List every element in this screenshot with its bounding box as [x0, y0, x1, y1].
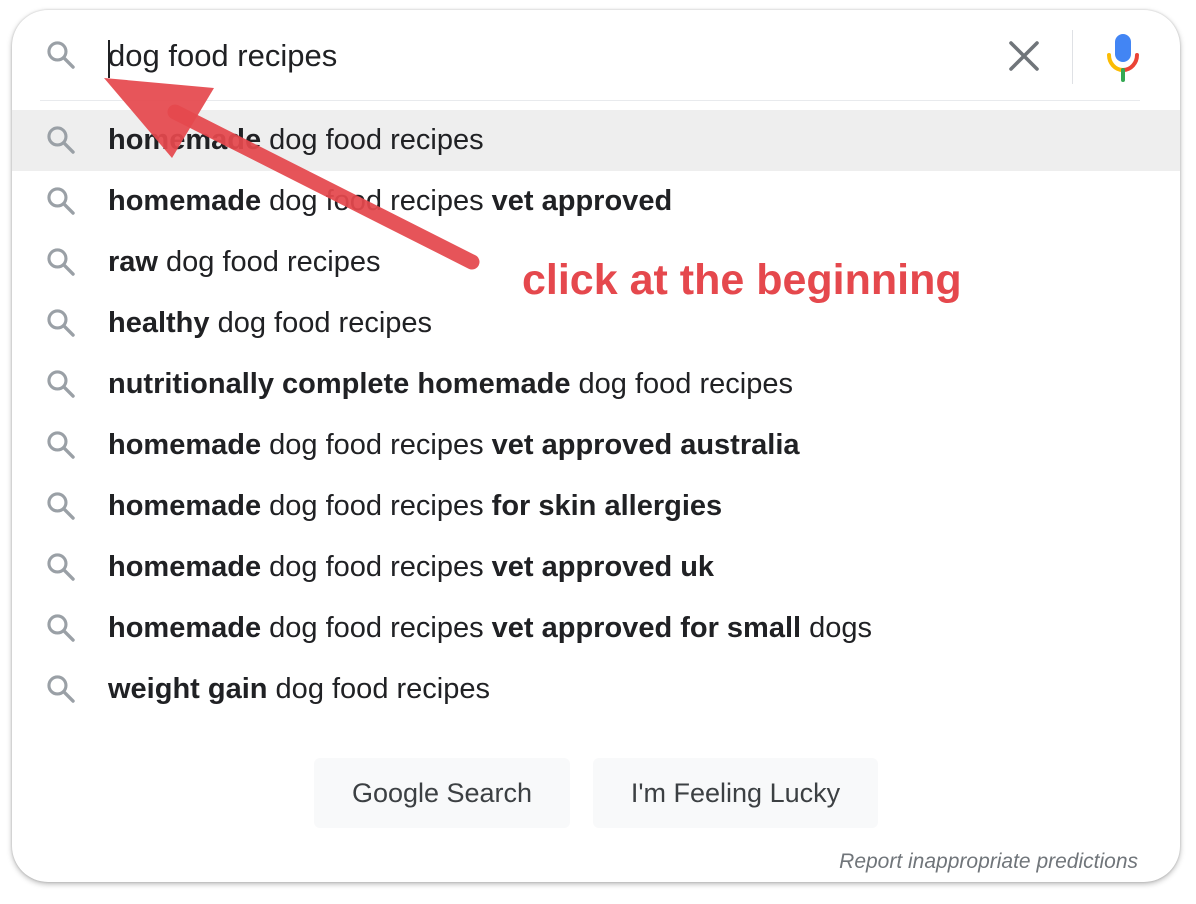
search-buttons: Google Search I'm Feeling Lucky: [12, 758, 1180, 830]
text-cursor: [108, 40, 110, 78]
suggestion-bold-part: homemade: [108, 185, 262, 217]
suggestion-bold-part: homemade: [108, 612, 262, 644]
suggestion-text: homemade dog food recipes vet approved u…: [108, 537, 714, 598]
feeling-lucky-button[interactable]: I'm Feeling Lucky: [593, 758, 878, 828]
suggestion-item[interactable]: homemade dog food recipes vet approved: [12, 171, 1180, 232]
google-search-button[interactable]: Google Search: [314, 758, 570, 828]
suggestion-bold-part: healthy: [108, 307, 210, 339]
close-icon: [1009, 41, 1039, 71]
search-icon: [44, 184, 78, 218]
suggestion-text: weight gain dog food recipes: [108, 659, 490, 720]
suggestion-bold-part: vet approved: [491, 185, 673, 217]
search-icon: [44, 306, 78, 340]
suggestion-item[interactable]: homemade dog food recipes: [12, 110, 1180, 171]
suggestion-plain-part: dog food recipes: [261, 612, 492, 644]
search-icon: [44, 489, 78, 523]
suggestion-item[interactable]: homemade dog food recipes vet approved a…: [12, 415, 1180, 476]
suggestion-item[interactable]: homemade dog food recipes for skin aller…: [12, 476, 1180, 537]
suggestion-bold-part: homemade: [108, 490, 262, 522]
suggestion-text: nutritionally complete homemade dog food…: [108, 354, 793, 415]
suggestion-plain-part: dog food recipes: [261, 185, 492, 217]
suggestion-bold-part: vet approved uk: [491, 551, 715, 583]
suggestion-text: homemade dog food recipes for skin aller…: [108, 476, 722, 537]
voice-search-button[interactable]: [1100, 30, 1146, 86]
search-icon: [44, 38, 78, 72]
search-icon: [44, 245, 78, 279]
suggestion-item[interactable]: nutritionally complete homemade dog food…: [12, 354, 1180, 415]
suggestion-item[interactable]: weight gain dog food recipes: [12, 659, 1180, 720]
suggestion-item[interactable]: homemade dog food recipes vet approved f…: [12, 598, 1180, 659]
suggestion-plain-part: dog food recipes: [267, 673, 490, 705]
suggestion-plain-part: dog food recipes: [209, 307, 433, 339]
suggestion-bold-part: homemade: [108, 124, 262, 156]
suggestion-bold-part: raw: [108, 246, 158, 278]
suggestion-text: homemade dog food recipes: [108, 110, 484, 171]
suggestion-plain-part: dog food recipes: [261, 490, 492, 522]
search-icon: [44, 672, 78, 706]
suggestion-bold-part: vet approved for small: [491, 612, 802, 644]
suggestions-list: homemade dog food recipes homemade dog fo…: [12, 110, 1180, 720]
suggestion-text: homemade dog food recipes vet approved f…: [108, 598, 872, 659]
suggestion-bold-part: for skin allergies: [491, 490, 723, 522]
search-bar: [12, 10, 1180, 102]
search-icon: [44, 428, 78, 462]
suggestion-text: healthy dog food recipes: [108, 293, 432, 354]
search-bar-divider: [1072, 30, 1073, 84]
suggestion-plain-part: dog food recipes: [157, 246, 381, 278]
suggestion-plain-part: dog food recipes: [570, 368, 793, 400]
suggestion-plain-part: dog food recipes: [261, 551, 492, 583]
clear-button[interactable]: [1000, 32, 1048, 80]
suggestion-text: homemade dog food recipes vet approved a…: [108, 415, 800, 476]
suggestion-text: raw dog food recipes: [108, 232, 380, 293]
suggestion-plain-part: dog food recipes: [261, 429, 492, 461]
suggestion-plain-part: dog food recipes: [261, 124, 484, 156]
suggestion-text: homemade dog food recipes vet approved: [108, 171, 672, 232]
search-icon: [44, 367, 78, 401]
suggestion-bold-part: homemade: [108, 551, 262, 583]
suggestion-item[interactable]: healthy dog food recipes: [12, 293, 1180, 354]
suggestion-bold-part: homemade: [108, 429, 262, 461]
search-divider: [40, 100, 1140, 101]
suggestion-plain-part: dogs: [801, 612, 873, 644]
search-input[interactable]: [108, 34, 988, 78]
suggestion-bold-part: nutritionally complete homemade: [108, 368, 571, 400]
search-icon: [44, 123, 78, 157]
search-icon: [44, 550, 78, 584]
suggestion-item[interactable]: raw dog food recipes: [12, 232, 1180, 293]
suggestion-bold-part: vet approved australia: [491, 429, 800, 461]
suggestion-item[interactable]: homemade dog food recipes vet approved u…: [12, 537, 1180, 598]
report-predictions-link[interactable]: Report inappropriate predictions: [839, 850, 1138, 874]
suggestion-bold-part: weight gain: [108, 673, 268, 705]
microphone-icon: [1107, 34, 1139, 82]
search-icon: [44, 611, 78, 645]
search-suggestions-panel: homemade dog food recipeshomemade dog fo…: [12, 10, 1180, 882]
